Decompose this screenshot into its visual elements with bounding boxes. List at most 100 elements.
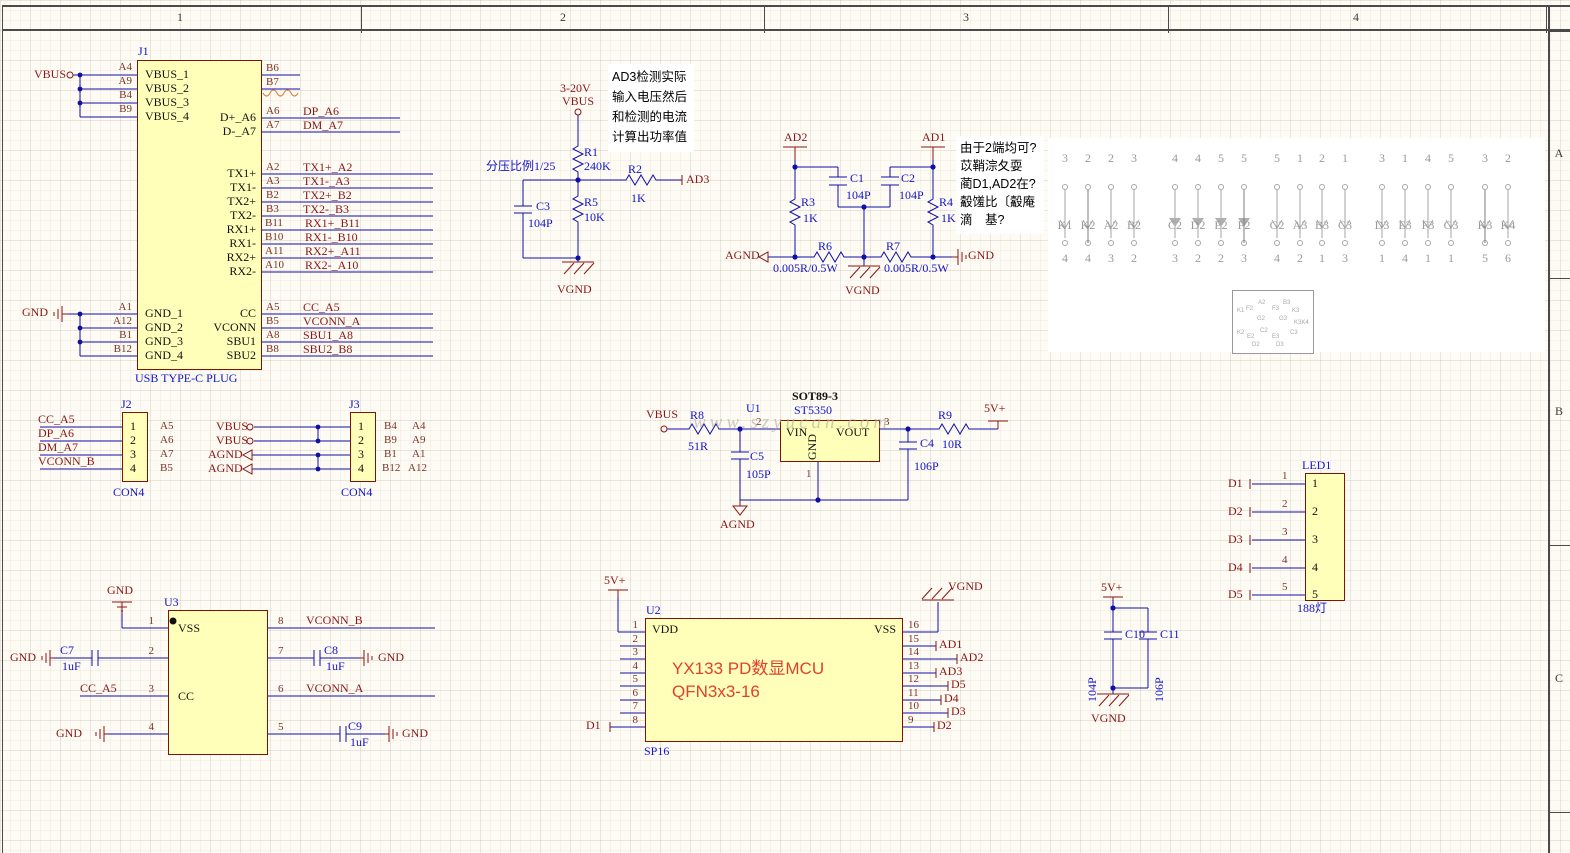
pin-number: A6 xyxy=(266,105,279,118)
pin-number: 9 xyxy=(908,714,914,727)
power-port-label: VGND xyxy=(1091,712,1126,725)
designator: R6 xyxy=(818,240,832,253)
net-label: SBU1_A8 xyxy=(303,329,353,342)
designator: R5 xyxy=(584,196,598,209)
value: 1K xyxy=(941,212,956,225)
ghost-top-num: 5 xyxy=(1265,152,1289,165)
pin-number: A7 xyxy=(160,448,173,461)
power-port-label: AD2 xyxy=(784,131,807,144)
error-squiggle xyxy=(263,90,298,96)
note-line: 蔺D1,AD2在? xyxy=(960,175,1036,194)
ghost-pin-label: A3 xyxy=(1288,219,1312,232)
designator: U2 xyxy=(646,604,661,617)
designator: R4 xyxy=(939,196,953,209)
designator: C10 xyxy=(1125,628,1145,641)
part-type: 188灯 xyxy=(1297,602,1327,615)
ghost-top-num: 3 xyxy=(1053,152,1077,165)
pin-number: 14 xyxy=(908,646,919,659)
pin-name: SBU2 xyxy=(170,349,256,362)
pin-name: 2 xyxy=(130,434,136,447)
designator: C11 xyxy=(1160,628,1180,641)
ghost-bottom-num: 2 xyxy=(1288,252,1312,265)
net-label: SBU2_B8 xyxy=(303,343,352,356)
pin-number: B1 xyxy=(384,448,397,461)
designator: C3 xyxy=(536,200,550,213)
mcu-package: QFN3x3-16 xyxy=(672,681,760,703)
designator: C5 xyxy=(750,450,764,463)
pin-name: VSS xyxy=(178,622,200,635)
pin-number: A11 xyxy=(265,245,284,258)
ghost-box-label: K3K4 xyxy=(1294,320,1309,326)
pin-number: B9 xyxy=(104,103,132,116)
pin-number: 1 xyxy=(806,468,812,481)
part-type: CON4 xyxy=(341,486,372,499)
pin-number: 5 xyxy=(1282,581,1288,594)
pin-name: 4 xyxy=(1312,561,1318,574)
ghost-top-num: 5 xyxy=(1439,152,1463,165)
ghost-top-num: 3 xyxy=(1370,152,1394,165)
value: 240K xyxy=(584,160,611,173)
ghost-pin-label: D3 xyxy=(1370,219,1394,232)
pin-number: 1 xyxy=(140,615,154,628)
ghost-box-label: D2 xyxy=(1252,342,1260,348)
designator: R1 xyxy=(584,146,598,159)
ghost-box-label: F2 xyxy=(1246,306,1253,312)
designator: C4 xyxy=(920,437,934,450)
pin-number: 3 xyxy=(624,646,638,659)
pin-name: RX2- xyxy=(170,265,256,278)
pin-name: TX1+ xyxy=(170,167,256,180)
pin-name: CC xyxy=(178,690,194,703)
ghost-top-num: 1 xyxy=(1393,152,1417,165)
pin-name: TX2- xyxy=(170,209,256,222)
net-label: RX2+_A11 xyxy=(305,245,361,258)
ghost-top-num: 4 xyxy=(1416,152,1440,165)
value: 10R xyxy=(942,438,962,451)
net-label: GND xyxy=(402,727,428,740)
pin-number: 5 xyxy=(278,721,284,734)
ghost-box-label: K1 xyxy=(1237,308,1244,314)
ghost-pin-label: K1 xyxy=(1053,219,1077,232)
u3-pin1-dot xyxy=(170,618,177,625)
ghost-bottom-num: 3 xyxy=(1163,252,1187,265)
value: 104P xyxy=(528,217,553,230)
pin-name: 3 xyxy=(358,448,364,461)
ghost-box-label: B3 xyxy=(1283,300,1290,306)
power-port-label: VBUS xyxy=(562,95,594,108)
ghost-bottom-num: 2 xyxy=(1209,252,1233,265)
net-label: GND xyxy=(56,727,82,740)
pin-name: D-_A7 xyxy=(170,125,256,138)
power-port-label: VGND xyxy=(557,283,592,296)
net-label: CC_A5 xyxy=(80,682,117,695)
ghost-bottom-num: 2 xyxy=(1186,252,1210,265)
pin-number: A9 xyxy=(412,434,425,447)
ghost-box-label: F3 xyxy=(1272,306,1279,312)
power-port-label: VGND xyxy=(845,284,880,297)
pin-number: B4 xyxy=(104,89,132,102)
net-label: TX1-_A3 xyxy=(303,175,350,188)
net-label: VCONN_B xyxy=(38,455,95,468)
ghost-top-num: 4 xyxy=(1163,152,1187,165)
net-label: VCONN_A xyxy=(306,682,363,695)
net-label: VBUS xyxy=(646,408,678,421)
pin-number: B3 xyxy=(266,203,279,216)
ghost-pin-label: K2 xyxy=(1076,219,1100,232)
ghost-bottom-num: 4 xyxy=(1393,252,1417,265)
net-label: DM_A7 xyxy=(38,441,78,454)
net-label: GND xyxy=(22,306,48,319)
pin-name: SBU1 xyxy=(170,335,256,348)
power-port-label: 5V+ xyxy=(984,402,1005,415)
net-label: VCONN_B xyxy=(306,614,363,627)
ghost-pin-label: K4 xyxy=(1496,219,1520,232)
pin-number: 3 xyxy=(140,683,154,696)
net-label: CC_A5 xyxy=(38,413,75,426)
net-label: VBUS xyxy=(34,68,66,81)
pin-number: B10 xyxy=(265,231,283,244)
ghost-pin-label: A2 xyxy=(1099,219,1123,232)
pin-number: 2 xyxy=(1282,498,1288,511)
pin-name: 1 xyxy=(130,420,136,433)
watermark: www.szyucan.com xyxy=(693,412,891,434)
designator: J3 xyxy=(349,398,360,411)
pin-number: B4 xyxy=(384,420,397,433)
power-port-label: AGND xyxy=(720,518,755,531)
net-label: D4 xyxy=(1228,561,1243,574)
